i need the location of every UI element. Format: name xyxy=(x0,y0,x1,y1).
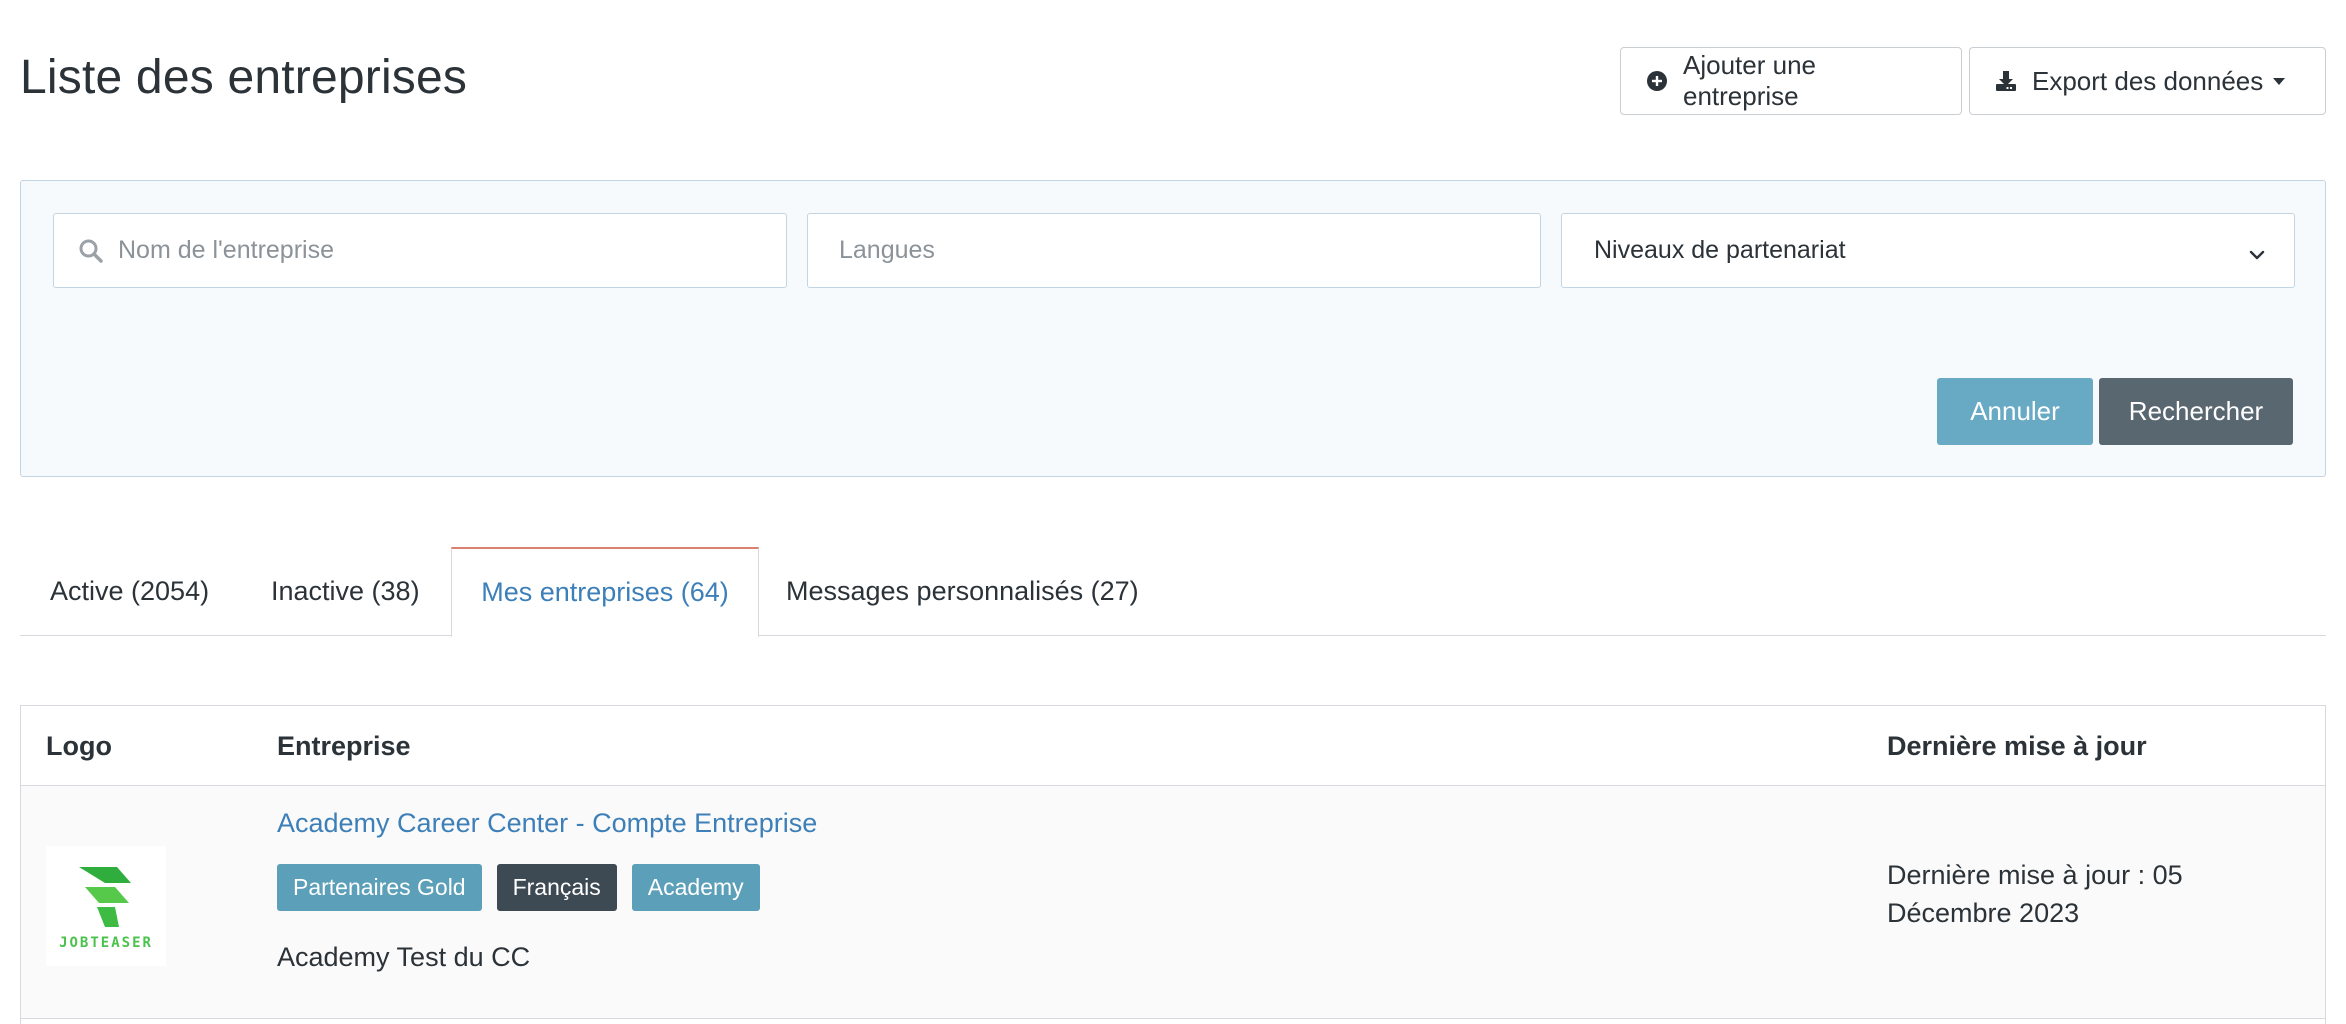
company-name-search-input[interactable]: Nom de l'entreprise xyxy=(53,213,787,288)
chevron-down-icon xyxy=(2248,242,2266,260)
filter-panel: Nom de l'entreprise Langues Niveaux de p… xyxy=(20,180,2326,477)
column-header-logo: Logo xyxy=(46,730,112,761)
caret-down-icon xyxy=(2273,77,2286,85)
badge-partnership: Partenaires Gold xyxy=(277,864,482,911)
download-icon xyxy=(1994,69,2018,93)
column-header-company: Entreprise xyxy=(277,730,411,761)
plus-circle-icon xyxy=(1645,69,1669,93)
cancel-button[interactable]: Annuler xyxy=(1937,378,2093,445)
badge-category: Academy xyxy=(631,864,760,911)
company-name-link[interactable]: Academy Career Center - Compte Entrepris… xyxy=(277,808,817,839)
companies-table: Logo Entreprise Dernière mise à jour JOB… xyxy=(20,705,2326,1024)
tab-my-companies[interactable]: Mes entreprises (64) xyxy=(451,547,759,638)
add-company-button[interactable]: Ajouter une entreprise xyxy=(1620,47,1962,115)
partnership-level-label: Niveaux de partenariat xyxy=(1594,236,1846,264)
languages-input[interactable]: Langues xyxy=(807,213,1541,288)
page-title: Liste des entreprises xyxy=(20,51,468,104)
export-data-label: Export des données xyxy=(2032,65,2264,96)
company-description: Academy Test du CC xyxy=(277,942,531,972)
company-logo: JOBTEASER xyxy=(46,846,166,966)
table-row: JOBTEASER Academy Career Center - Compte… xyxy=(21,786,2325,1019)
search-button[interactable]: Rechercher xyxy=(2099,378,2293,445)
jobteaser-logo-icon xyxy=(79,867,131,927)
column-header-updated: Dernière mise à jour xyxy=(1887,730,2147,761)
company-tabs: Active (2054) Inactive (38) Mes entrepri… xyxy=(20,547,2326,638)
partnership-level-select[interactable]: Niveaux de partenariat xyxy=(1561,213,2295,288)
languages-placeholder: Langues xyxy=(839,236,935,264)
tab-custom-messages[interactable]: Messages personnalisés (27) xyxy=(786,547,1139,636)
company-name-placeholder: Nom de l'entreprise xyxy=(118,236,334,264)
add-company-label: Ajouter une entreprise xyxy=(1683,50,1816,111)
logo-wordmark: JOBTEASER xyxy=(59,935,153,951)
tab-active[interactable]: Active (2054) xyxy=(50,547,209,636)
search-icon xyxy=(78,238,104,264)
company-badges: Partenaires Gold Français Academy xyxy=(277,864,760,911)
last-updated: Dernière mise à jour : 05 Décembre 2023 xyxy=(1887,860,2183,928)
badge-language: Français xyxy=(496,864,617,911)
export-data-button[interactable]: Export des données xyxy=(1969,47,2326,115)
tab-inactive[interactable]: Inactive (38) xyxy=(271,547,420,636)
table-header: Logo Entreprise Dernière mise à jour xyxy=(21,706,2325,786)
